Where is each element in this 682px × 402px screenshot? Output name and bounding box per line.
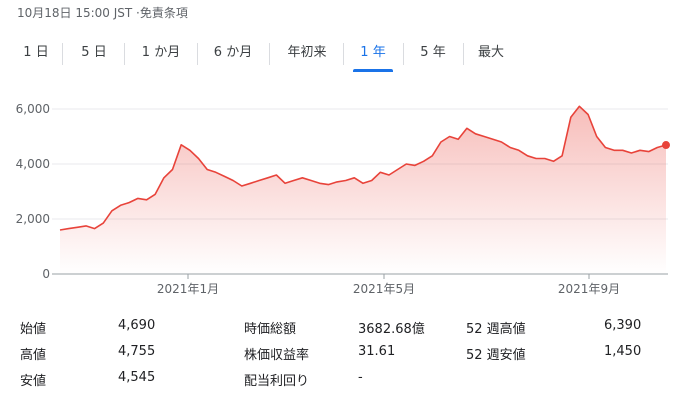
x-tick-label: 2021年5月 bbox=[353, 282, 415, 296]
stat-label-high: 高値 bbox=[20, 348, 47, 363]
stat-label-market-cap: 時価総額 bbox=[244, 322, 297, 337]
tab-1-month[interactable]: 1 か月 bbox=[131, 38, 191, 72]
tab-divider bbox=[463, 43, 464, 65]
tab-divider bbox=[403, 43, 404, 65]
stat-label-52wk-low: 52 週安値 bbox=[466, 348, 526, 363]
y-tick-label: 4,000 bbox=[16, 157, 50, 171]
y-tick-label: 2,000 bbox=[16, 212, 50, 226]
timestamp-disclaimer[interactable]: 10月18日 15:00 JST ·免責条項 bbox=[17, 4, 188, 21]
y-tick-label: 6,000 bbox=[16, 102, 50, 116]
tab-divider bbox=[62, 43, 63, 65]
tab-1-year[interactable]: 1 年 bbox=[349, 38, 397, 72]
stat-value-market-cap: 3682.68億 bbox=[358, 322, 425, 337]
stat-value-dividend-yield: - bbox=[358, 370, 363, 385]
stat-value-52wk-low: 1,450 bbox=[604, 344, 642, 359]
stat-label-dividend-yield: 配当利回り bbox=[244, 374, 310, 389]
tab-divider bbox=[197, 43, 198, 65]
stats-panel: 始値 4,690 高値 4,755 安値 4,545 時価総額 3682.68億… bbox=[0, 312, 682, 402]
stat-value-high: 4,755 bbox=[118, 344, 156, 359]
x-tick-label: 2021年1月 bbox=[157, 282, 219, 296]
tab-5-year[interactable]: 5 年 bbox=[409, 38, 457, 72]
tab-ytd[interactable]: 年初来 bbox=[276, 38, 338, 72]
stat-label-open: 始値 bbox=[20, 322, 47, 337]
stat-value-52wk-high: 6,390 bbox=[604, 318, 642, 333]
tab-divider bbox=[124, 43, 125, 65]
stat-value-open: 4,690 bbox=[118, 318, 156, 333]
tab-1-day[interactable]: 1 日 bbox=[14, 38, 58, 72]
stat-value-pe-ratio: 31.61 bbox=[358, 344, 396, 359]
tab-divider bbox=[343, 43, 344, 65]
stat-label-52wk-high: 52 週高値 bbox=[466, 322, 526, 337]
tab-max[interactable]: 最大 bbox=[468, 38, 514, 72]
tab-divider bbox=[269, 43, 270, 65]
tab-5-day[interactable]: 5 日 bbox=[70, 38, 118, 72]
tab-6-month[interactable]: 6 か月 bbox=[203, 38, 263, 72]
stat-value-low: 4,545 bbox=[118, 370, 156, 385]
price-area-fill bbox=[60, 106, 666, 274]
y-tick-label: 0 bbox=[42, 267, 50, 281]
stat-label-pe-ratio: 株価収益率 bbox=[244, 348, 310, 363]
latest-price-dot bbox=[662, 141, 670, 150]
price-chart[interactable]: 0 2,000 4,000 6,000 2021年1月 2021年5月 2021年9月 bbox=[0, 88, 682, 304]
x-tick-label: 2021年9月 bbox=[558, 282, 620, 296]
stat-label-low: 安値 bbox=[20, 374, 47, 389]
range-tabs: 1 日 5 日 1 か月 6 か月 年初来 1 年 5 年 最大 bbox=[0, 38, 682, 74]
